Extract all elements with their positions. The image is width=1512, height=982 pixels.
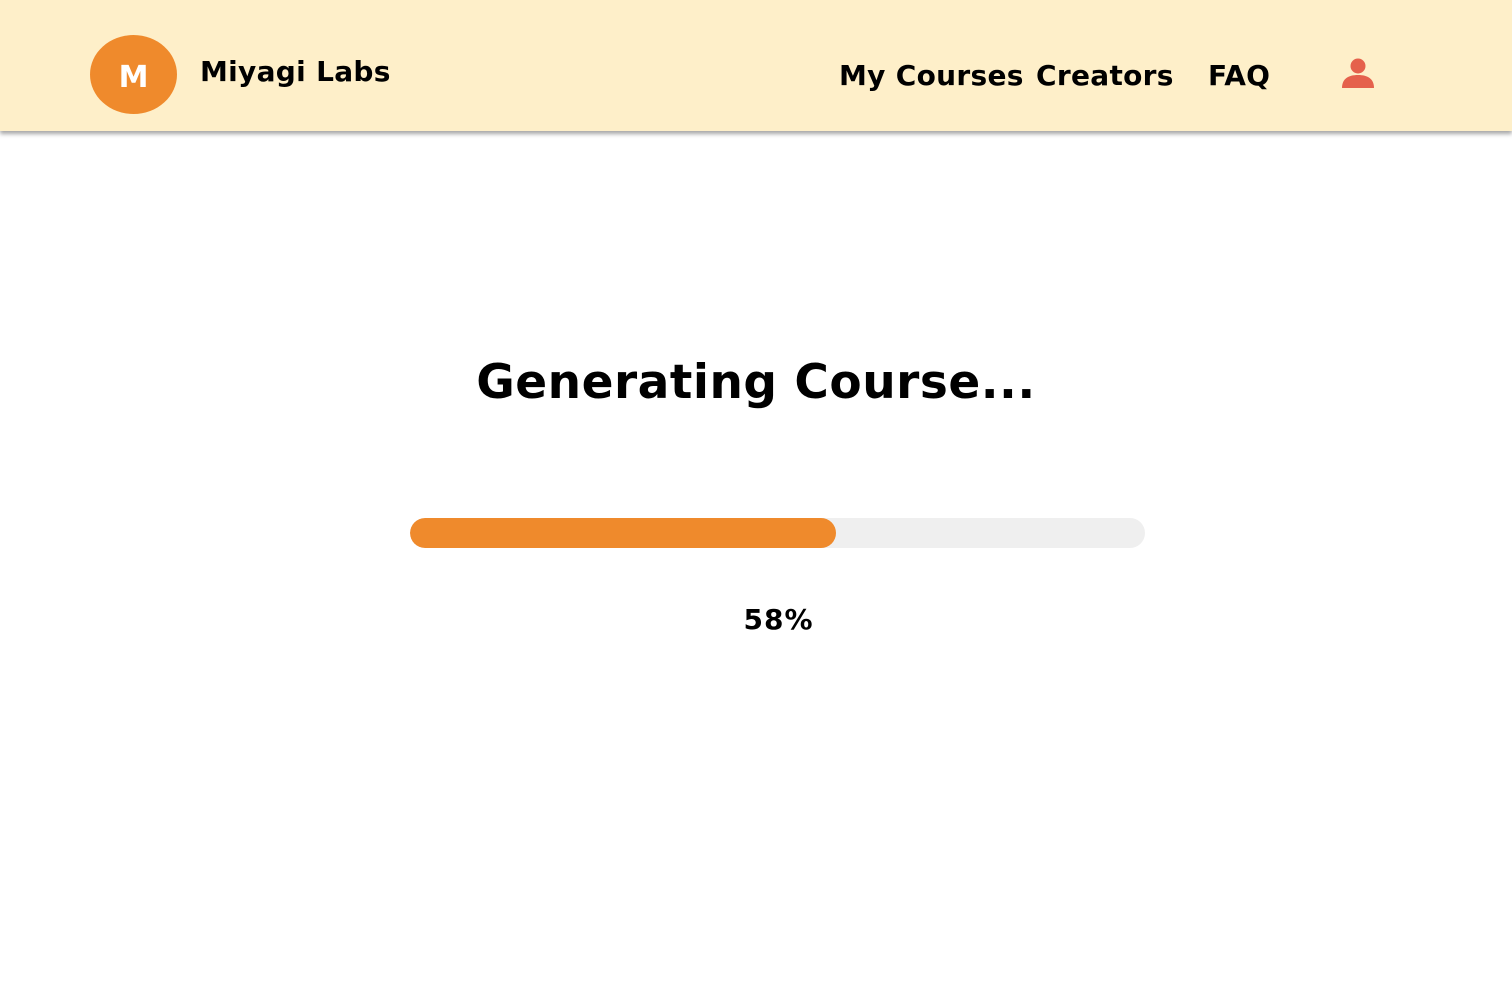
nav-creators[interactable]: Creators [1036,57,1174,95]
logo-letter: M [118,60,149,95]
progress-bar-fill [410,518,837,548]
user-icon-glyph [1342,58,1374,88]
nav-faq[interactable]: FAQ [1208,57,1270,95]
progress-bar [410,518,1145,548]
progress-percent-label: 58% [743,603,814,636]
brand-name[interactable]: Miyagi Labs [200,53,391,91]
top-nav-bar: M Miyagi Labs My Courses Creators FAQ [0,0,1512,131]
user-icon[interactable] [1338,54,1378,94]
nav-my-courses[interactable]: My Courses [839,57,1024,95]
page-title: Generating Course... [476,355,1036,410]
logo[interactable]: M [90,35,177,114]
